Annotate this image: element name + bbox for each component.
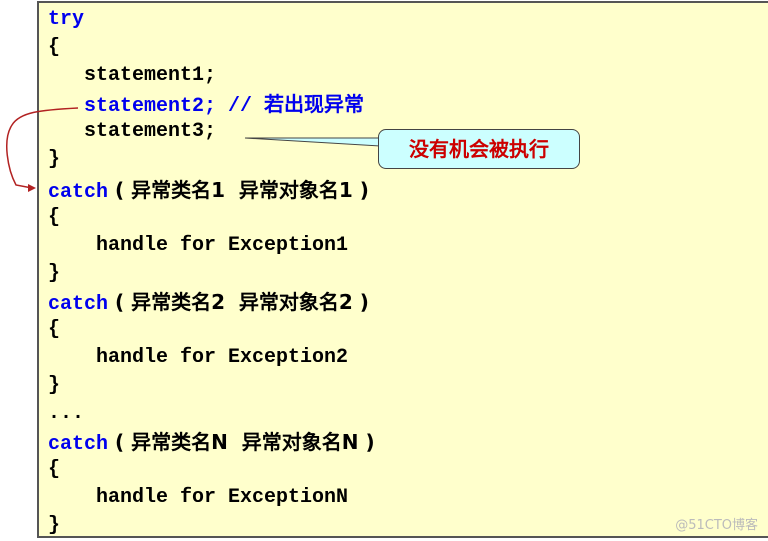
watermark: @51CTO博客 — [675, 518, 758, 533]
arrow-head-icon — [28, 184, 36, 192]
annotation-overlay — [6, 107, 381, 192]
callout-not-executed: 没有机会被执行 — [378, 129, 580, 169]
callout-pointer — [244, 137, 381, 147]
jump-arrow — [6, 107, 79, 189]
